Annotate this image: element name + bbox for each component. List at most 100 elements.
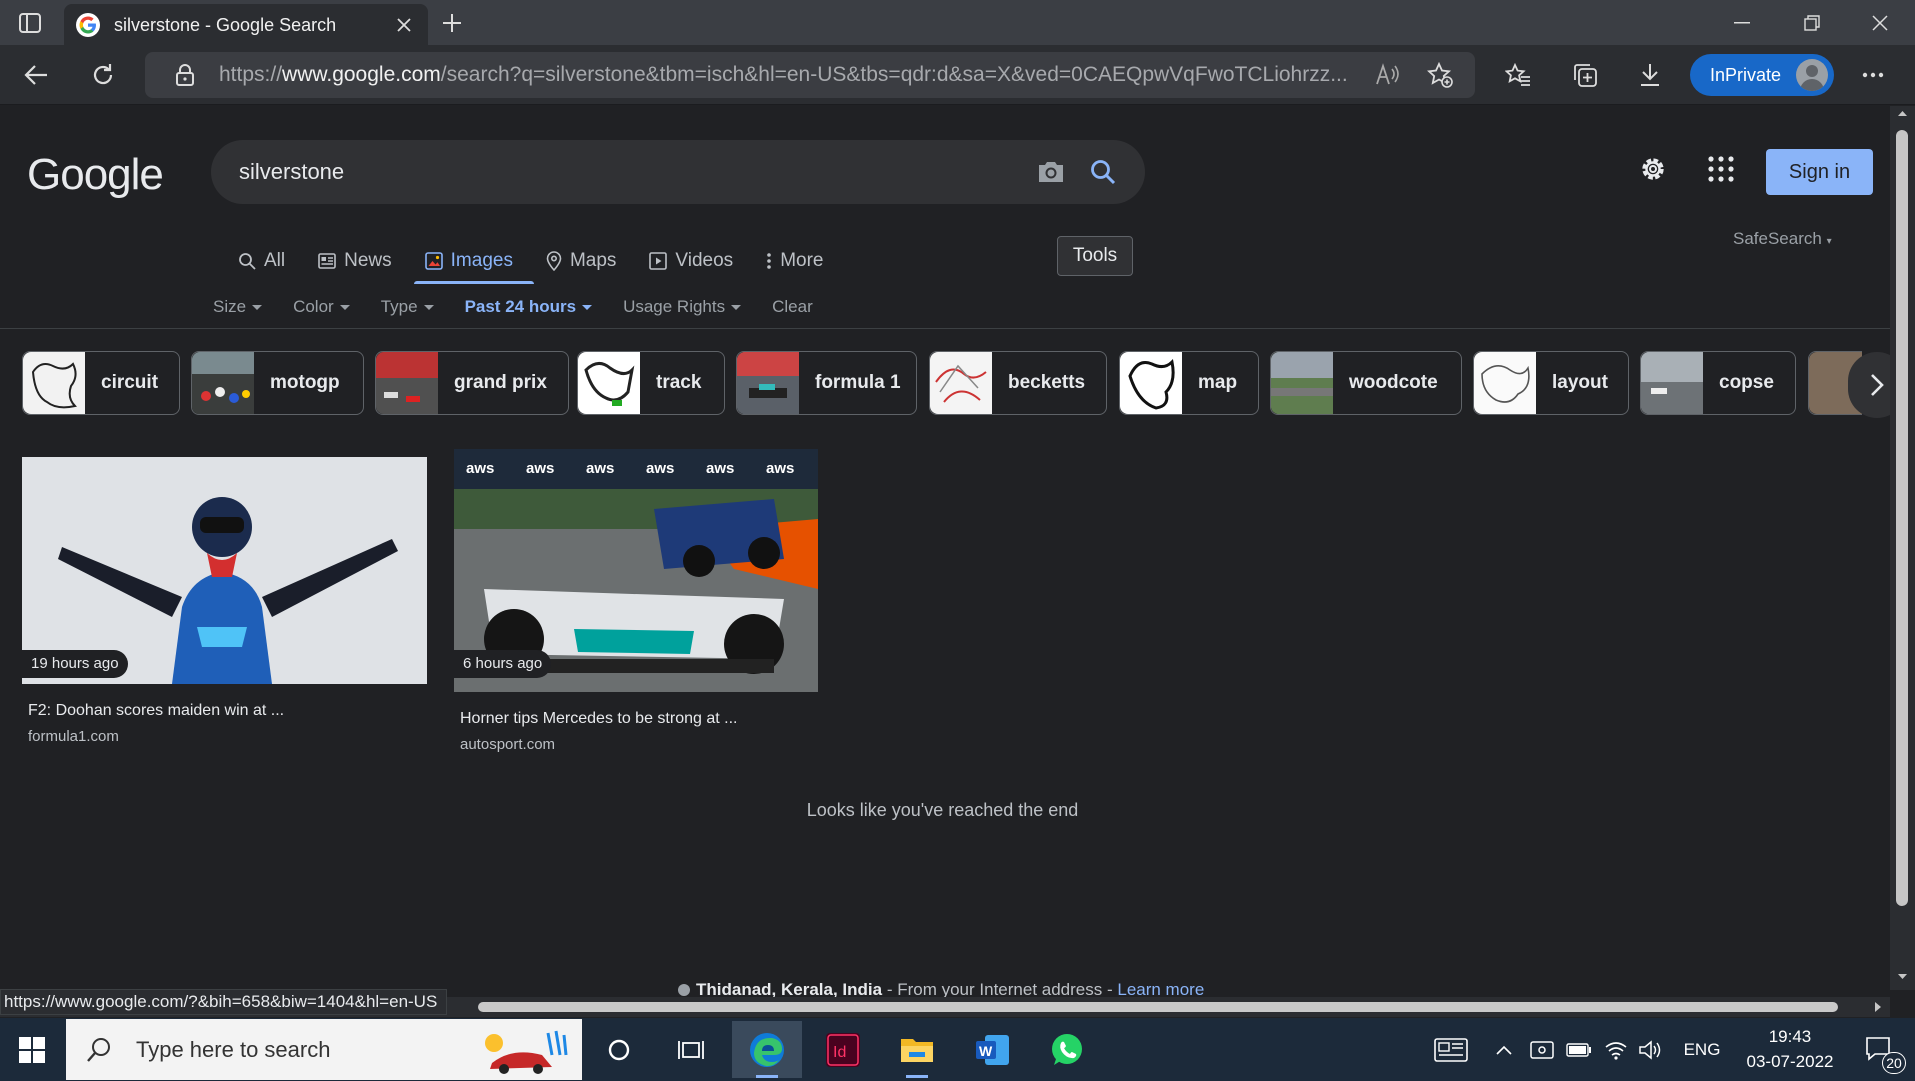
image-result[interactable]: aws aws aws aws aws aws 6 hours ago Horner ti… bbox=[454, 449, 818, 753]
news-widget-icon[interactable] bbox=[1428, 1018, 1474, 1081]
chip-becketts[interactable]: becketts bbox=[929, 351, 1107, 415]
result-source[interactable]: formula1.com bbox=[28, 728, 427, 745]
cortana-button[interactable] bbox=[584, 1021, 654, 1078]
volume-icon[interactable] bbox=[1635, 1018, 1665, 1081]
result-caption[interactable]: F2: Doohan scores maiden win at ... bbox=[28, 702, 427, 720]
collections-button[interactable] bbox=[1565, 55, 1605, 95]
scroll-up-icon[interactable] bbox=[1890, 106, 1915, 120]
result-thumbnail[interactable]: aws aws aws aws aws aws 6 hours ago bbox=[454, 449, 818, 692]
tab-more[interactable]: More bbox=[766, 242, 823, 280]
tab-maps[interactable]: Maps bbox=[546, 242, 616, 280]
taskbar-clock[interactable]: 19:43 03-07-2022 bbox=[1740, 1024, 1840, 1074]
back-button[interactable] bbox=[16, 55, 56, 95]
result-caption[interactable]: Horner tips Mercedes to be strong at ... bbox=[460, 710, 818, 728]
downloads-button[interactable] bbox=[1630, 55, 1670, 95]
safesearch-dropdown[interactable]: SafeSearch ▾ bbox=[1733, 229, 1832, 249]
windows-logo-icon bbox=[19, 1036, 45, 1063]
scrollbar-thumb[interactable] bbox=[1896, 130, 1908, 906]
battery-icon[interactable] bbox=[1564, 1018, 1594, 1081]
chip-circuit[interactable]: circuit bbox=[22, 351, 180, 415]
filter-type[interactable]: Type bbox=[381, 297, 434, 317]
filter-size[interactable]: Size bbox=[213, 297, 263, 317]
address-bar[interactable]: https://www.google.com/search?q=silverst… bbox=[145, 52, 1475, 98]
task-view-button[interactable] bbox=[656, 1021, 726, 1078]
collections-icon bbox=[1574, 64, 1597, 87]
svg-text:W: W bbox=[979, 1043, 993, 1059]
image-icon bbox=[424, 252, 443, 270]
filter-usage-rights[interactable]: Usage Rights bbox=[623, 297, 742, 317]
language-indicator[interactable]: ENG bbox=[1676, 1018, 1728, 1081]
settings-more-button[interactable] bbox=[1853, 55, 1893, 95]
google-logo[interactable]: Google bbox=[27, 150, 164, 200]
svg-text:aws: aws bbox=[706, 460, 734, 477]
image-result[interactable]: 19 hours ago F2: Doohan scores maiden wi… bbox=[22, 457, 427, 745]
task-view-icon bbox=[678, 1040, 704, 1059]
pin-icon bbox=[546, 251, 562, 271]
minimize-button[interactable] bbox=[1707, 0, 1777, 45]
meet-now-icon[interactable] bbox=[1527, 1018, 1557, 1081]
chip-thumbnail bbox=[376, 352, 438, 414]
search-input[interactable]: silverstone bbox=[211, 140, 1145, 204]
result-thumbnail[interactable]: 19 hours ago bbox=[22, 457, 427, 684]
search-icon[interactable] bbox=[1089, 158, 1117, 186]
inprivate-badge[interactable]: InPrivate bbox=[1690, 54, 1834, 96]
chip-thumbnail bbox=[930, 352, 992, 414]
tab-all[interactable]: All bbox=[238, 242, 285, 280]
camera-icon[interactable] bbox=[1036, 158, 1066, 186]
chip-copse[interactable]: copse bbox=[1640, 351, 1796, 415]
scrollbar-thumb[interactable] bbox=[478, 1002, 1838, 1012]
tab-title: silverstone - Google Search bbox=[114, 14, 337, 35]
tab-news[interactable]: News bbox=[318, 242, 392, 280]
refresh-icon bbox=[93, 64, 113, 85]
sign-in-button[interactable]: Sign in bbox=[1766, 149, 1873, 195]
add-favorite-icon[interactable] bbox=[1427, 62, 1453, 88]
taskbar-edge[interactable] bbox=[732, 1021, 802, 1078]
chip-map[interactable]: map bbox=[1119, 351, 1259, 415]
notification-center-button[interactable]: 20 bbox=[1850, 1018, 1910, 1081]
caret-down-icon bbox=[423, 304, 434, 310]
taskbar-indesign[interactable]: Id bbox=[808, 1021, 878, 1078]
lock-icon[interactable] bbox=[165, 64, 205, 86]
tab-videos[interactable]: Videos bbox=[649, 242, 733, 280]
taskbar-file-explorer[interactable] bbox=[882, 1021, 952, 1078]
tab-actions-button[interactable] bbox=[14, 8, 46, 38]
refresh-button[interactable] bbox=[83, 55, 123, 95]
new-tab-button[interactable] bbox=[436, 8, 468, 38]
chip-thumbnail bbox=[1474, 352, 1536, 414]
chip-woodcote[interactable]: woodcote bbox=[1270, 351, 1462, 415]
scroll-right-icon[interactable] bbox=[1872, 1001, 1884, 1013]
close-window-button[interactable] bbox=[1845, 0, 1915, 45]
chip-track[interactable]: track bbox=[577, 351, 725, 415]
filter-clear[interactable]: Clear bbox=[772, 297, 813, 317]
wifi-icon[interactable] bbox=[1601, 1018, 1631, 1081]
chip-grand-prix[interactable]: grand prix bbox=[375, 351, 569, 415]
filter-color[interactable]: Color bbox=[293, 297, 350, 317]
chip-layout[interactable]: layout bbox=[1473, 351, 1629, 415]
tab-close-button[interactable] bbox=[392, 13, 416, 37]
tools-button[interactable]: Tools bbox=[1057, 236, 1133, 276]
start-button[interactable] bbox=[0, 1018, 64, 1081]
result-source[interactable]: autosport.com bbox=[460, 736, 818, 753]
taskbar-whatsapp[interactable] bbox=[1032, 1021, 1102, 1078]
tab-images[interactable]: Images bbox=[424, 242, 513, 280]
svg-text:aws: aws bbox=[526, 460, 554, 477]
vertical-scrollbar[interactable] bbox=[1890, 106, 1915, 990]
chip-motogp[interactable]: motogp bbox=[191, 351, 364, 415]
taskbar-search-box[interactable]: Type here to search bbox=[66, 1019, 582, 1080]
browser-tab-active[interactable]: silverstone - Google Search bbox=[64, 4, 428, 46]
word-icon: W bbox=[976, 1034, 1009, 1065]
restore-button[interactable] bbox=[1777, 0, 1847, 45]
favorites-button[interactable] bbox=[1498, 55, 1538, 95]
chip-formula-1[interactable]: formula 1 bbox=[736, 351, 917, 415]
scroll-down-icon[interactable] bbox=[1890, 970, 1915, 984]
restore-icon bbox=[1804, 14, 1820, 31]
gear-icon[interactable] bbox=[1638, 154, 1668, 184]
read-aloud-icon[interactable] bbox=[1375, 63, 1399, 87]
chips-next-button[interactable] bbox=[1848, 352, 1890, 418]
chevron-up-icon[interactable] bbox=[1492, 1018, 1516, 1081]
filter-time[interactable]: Past 24 hours bbox=[465, 297, 593, 317]
apps-grid-icon[interactable] bbox=[1708, 156, 1734, 182]
taskbar-word[interactable]: W bbox=[958, 1021, 1028, 1078]
svg-text:aws: aws bbox=[766, 460, 794, 477]
chip-thumbnail bbox=[1641, 352, 1703, 414]
